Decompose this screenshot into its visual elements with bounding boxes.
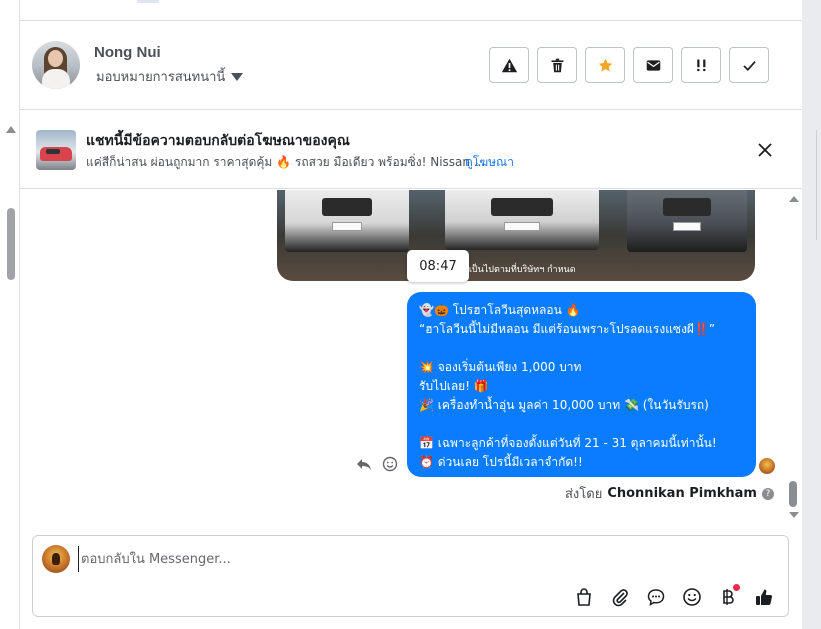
ad-notice-title: แชทนี้มีข้อความตอบกลับต่อโฆษณาของคุณ bbox=[86, 133, 350, 149]
assign-conversation-dropdown[interactable]: มอบหมายการสนทนานี้ bbox=[96, 66, 244, 87]
page-avatar bbox=[42, 545, 70, 573]
check-icon bbox=[742, 60, 756, 71]
mark-done-button[interactable] bbox=[729, 47, 769, 83]
conversation-header: Nong Nui มอบหมายการสนทนานี้ bbox=[20, 21, 802, 110]
header-actions bbox=[489, 47, 769, 83]
ad-image-message[interactable]: นไข่เป็นไปตามที่บริษัทฯ กำหนด bbox=[277, 190, 755, 281]
paperclip-icon bbox=[612, 589, 628, 607]
delete-button[interactable] bbox=[537, 47, 577, 83]
send-like-button[interactable] bbox=[751, 584, 777, 610]
message-line-gap bbox=[419, 339, 744, 358]
truck-image bbox=[627, 190, 747, 252]
thread-scrollbar-thumb[interactable] bbox=[789, 481, 797, 507]
right-rail-divider bbox=[816, 130, 817, 240]
message-line: รับไปเลย! 🎁 bbox=[419, 379, 489, 393]
reply-button[interactable] bbox=[354, 454, 374, 474]
scroll-down-arrow-icon[interactable] bbox=[789, 512, 799, 518]
inbox-conversation-panel: Nong Nui มอบหมายการสนทนานี้ แชทนี้มีข้อค… bbox=[20, 0, 802, 629]
react-button[interactable] bbox=[380, 454, 400, 474]
star-icon bbox=[598, 58, 612, 71]
top-strip-tab[interactable] bbox=[137, 0, 159, 3]
warning-triangle-icon bbox=[501, 58, 517, 72]
ad-notice-description: แค่สีก็น่าสน ผ่อนถูกมาก ราคาสุดคุ้ม 🔥 รถ… bbox=[86, 155, 486, 169]
seen-by-avatar bbox=[759, 458, 775, 474]
close-notice-button[interactable] bbox=[755, 140, 775, 160]
mark-unread-button[interactable] bbox=[633, 47, 673, 83]
composer-toolbar bbox=[571, 584, 777, 610]
help-icon[interactable]: ? bbox=[761, 487, 774, 500]
report-spam-button[interactable] bbox=[489, 47, 529, 83]
image-caption: นไข่เป็นไปตามที่บริษัทฯ กำหนด bbox=[452, 265, 576, 275]
chat-bubble-icon bbox=[647, 589, 665, 606]
mark-important-button[interactable] bbox=[681, 47, 721, 83]
message-line: 💥 จองเริ่มต้นเพียง 1,000 บาท bbox=[419, 360, 582, 374]
star-button[interactable] bbox=[585, 47, 625, 83]
close-icon bbox=[758, 143, 772, 157]
contact-avatar[interactable] bbox=[32, 41, 80, 89]
caret-down-icon bbox=[231, 72, 244, 81]
thread-scrollbar[interactable] bbox=[785, 190, 802, 525]
shop-button[interactable] bbox=[571, 584, 597, 610]
scroll-up-arrow-icon[interactable] bbox=[6, 126, 16, 133]
trash-icon bbox=[551, 58, 563, 72]
saved-reply-button[interactable] bbox=[643, 584, 669, 610]
attach-button[interactable] bbox=[607, 584, 633, 610]
thumbs-up-icon bbox=[756, 589, 773, 605]
outgoing-message-bubble[interactable]: 👻🎃 โปรฮาโลวีนสุดหลอน 🔥 “ฮาโลวีนนี้ไม่มีห… bbox=[407, 292, 756, 477]
sent-by-label: ส่งโดย bbox=[565, 487, 603, 502]
message-line-gap bbox=[419, 415, 744, 434]
outer-scrollbar-thumb[interactable] bbox=[7, 208, 15, 280]
message-actions bbox=[354, 454, 400, 474]
truck-image bbox=[445, 190, 599, 250]
scroll-up-arrow-icon[interactable] bbox=[789, 196, 799, 202]
payment-button[interactable] bbox=[715, 584, 741, 610]
outer-scrollbar[interactable] bbox=[0, 0, 20, 629]
app-frame: Nong Nui มอบหมายการสนทนานี้ แชทนี้มีข้อค… bbox=[0, 0, 821, 629]
notification-dot bbox=[733, 584, 740, 591]
truck-image bbox=[285, 190, 409, 252]
contact-name[interactable]: Nong Nui bbox=[94, 44, 161, 61]
right-side-rail bbox=[802, 0, 821, 629]
top-strip bbox=[20, 0, 802, 21]
view-ad-link[interactable]: ดูโฆษณา bbox=[465, 153, 514, 172]
sent-by-name: Chonnikan Pimkham bbox=[607, 486, 757, 501]
message-line: “ฮาโลวีนนี้ไม่มีหลอน มีแต่ร้อนเพราะโปรลด… bbox=[419, 322, 716, 336]
message-line: 📅 เฉพาะลูกค้าที่จองตั้งแต่วันที่ 21 - 31… bbox=[419, 436, 717, 450]
reply-arrow-icon bbox=[357, 459, 371, 470]
message-composer bbox=[32, 535, 789, 617]
smiley-icon bbox=[683, 588, 701, 606]
sent-by-info: ส่งโดย Chonnikan Pimkham ? bbox=[565, 483, 774, 504]
reply-input[interactable] bbox=[78, 546, 768, 572]
message-time: 08:47 bbox=[407, 250, 469, 282]
message-thread[interactable]: นไข่เป็นไปตามที่บริษัทฯ กำหนด 08:47 👻🎃 โ… bbox=[20, 190, 802, 525]
smiley-icon bbox=[382, 456, 398, 472]
ad-thumbnail[interactable] bbox=[36, 130, 76, 170]
ad-reply-notice: แชทนี้มีข้อความตอบกลับต่อโฆษณาของคุณ แค่… bbox=[20, 111, 802, 189]
envelope-icon bbox=[646, 59, 660, 71]
message-line: ⏰ ด่วนเลย โปรนี้มีเวลาจำกัด!! bbox=[419, 455, 583, 469]
message-line: 👻🎃 โปรฮาโลวีนสุดหลอน 🔥 bbox=[419, 303, 581, 317]
message-line: 🎉 เครื่องทำน้ำอุ่น มูลค่า 10,000 บาท 💸 (… bbox=[419, 398, 709, 412]
exclamation-icon bbox=[696, 59, 705, 71]
assign-label: มอบหมายการสนทนานี้ bbox=[96, 70, 226, 85]
emoji-button[interactable] bbox=[679, 584, 705, 610]
shopping-bag-icon bbox=[577, 588, 591, 606]
